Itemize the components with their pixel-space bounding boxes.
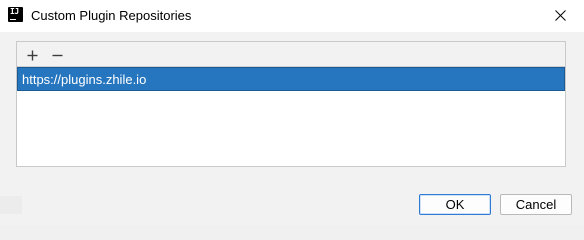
close-button[interactable]	[538, 0, 584, 32]
repository-list[interactable]: https://plugins.zhile.io	[17, 67, 565, 166]
list-toolbar	[17, 42, 565, 67]
close-icon	[555, 10, 566, 21]
help-area-placeholder	[0, 196, 22, 214]
repositories-panel: https://plugins.zhile.io	[16, 41, 566, 167]
repository-url: https://plugins.zhile.io	[22, 72, 147, 87]
app-icon-letters: IJ	[10, 7, 19, 16]
intellij-app-icon: IJ	[8, 7, 23, 22]
app-icon-underline	[10, 19, 16, 20]
minus-icon	[52, 54, 63, 57]
cancel-button[interactable]: Cancel	[500, 194, 572, 215]
dialog-title: Custom Plugin Repositories	[31, 8, 192, 23]
plus-icon	[27, 50, 38, 61]
remove-repository-button[interactable]	[47, 45, 67, 65]
title-bar[interactable]: IJ Custom Plugin Repositories	[0, 0, 584, 32]
repository-row-selected[interactable]: https://plugins.zhile.io	[17, 67, 565, 91]
ok-button[interactable]: OK	[419, 194, 491, 215]
dialog-window: IJ Custom Plugin Repositories https://pl…	[0, 0, 584, 225]
add-repository-button[interactable]	[22, 45, 42, 65]
